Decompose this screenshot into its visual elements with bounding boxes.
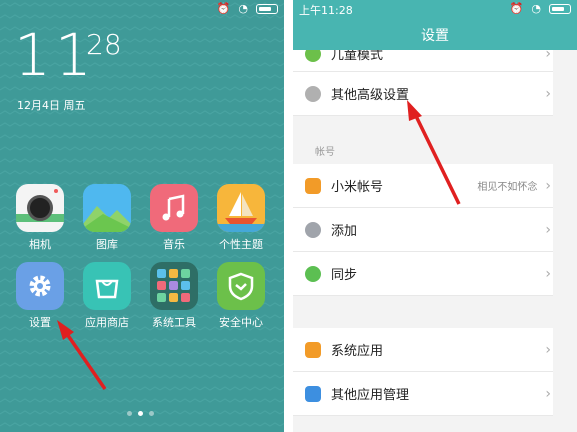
settings-row-sync[interactable]: 同步 › [293,252,553,296]
alarm-icon: ⏰ [216,2,231,15]
app-theme[interactable]: 个性主题 [211,184,271,252]
chevron-right-icon: › [545,221,551,238]
row-value: 相见不如怀念 [477,182,538,193]
settings-gear-icon [16,262,64,310]
add-icon [305,221,321,238]
row-label: 系统应用 [331,344,384,359]
chevron-right-icon: › [545,385,551,402]
status-icons: ⏰ ◔ [510,2,571,15]
app-label: 个性主题 [219,238,263,251]
app-system-tools[interactable]: 系统工具 [144,262,204,330]
app-store[interactable]: 应用商店 [77,262,137,330]
sync-icon [305,265,321,282]
settings-screen: 上午11:28 ⏰ ◔ 设置 儿童模式 › 上午11:28 ⏰ ◔ 设置 其他高… [293,0,577,432]
row-label: 其他应用管理 [331,388,410,403]
more-icon [305,85,321,102]
settings-row-other-apps[interactable]: 其他应用管理 › [293,372,553,416]
status-bar: ⏰ ◔ [217,2,278,15]
app-label: 设置 [29,316,51,329]
page-indicator[interactable] [127,411,154,416]
battery-icon [549,3,571,14]
app-security[interactable]: 安全中心 [211,262,271,330]
app-settings[interactable]: 设置 [10,262,70,330]
page-dot-active [138,411,143,416]
wifi-icon: ◔ [531,2,541,15]
settings-row-advanced[interactable]: 其他高级设置 › [293,72,553,116]
system-apps-icon [305,341,321,358]
settings-row-system-apps[interactable]: 系统应用 › [293,328,553,372]
section-header-account: 帐号 [315,147,335,158]
clock-minutes: 28 [86,28,122,61]
app-label: 安全中心 [219,316,263,329]
mi-account-icon [305,177,321,194]
security-shield-icon [217,262,265,310]
row-label: 其他高级设置 [331,88,410,103]
header-overlay: 上午11:28 ⏰ ◔ 设置 [293,0,577,50]
row-label: 同步 [331,268,358,283]
gallery-icon [83,184,131,232]
settings-row-mi-account[interactable]: 小米帐号 相见不如怀念 › [293,164,553,208]
chevron-right-icon: › [545,85,551,102]
app-label: 应用商店 [85,316,129,329]
app-label: 图库 [96,238,118,251]
chevron-right-icon: › [545,177,551,194]
app-label: 系统工具 [152,316,196,329]
date-label: 12月4日 周五 [17,99,86,112]
camera-icon [16,184,64,232]
clock-hours: 11 [14,21,96,89]
chevron-right-icon: › [545,341,551,358]
page-title: 设置 [421,28,449,44]
chevron-right-icon: › [545,265,551,282]
wifi-icon: ◔ [238,2,248,15]
app-label: 音乐 [163,238,185,251]
app-label: 相机 [29,238,51,251]
home-screen: ⏰ ◔ 11 28 12月4日 周五 相机 图库 音乐 个性主题 设置 应用商店… [0,0,284,432]
app-gallery[interactable]: 图库 [77,184,137,252]
page-dot [149,411,154,416]
clock-widget[interactable]: 11 28 [14,26,122,84]
panel-divider [284,0,293,432]
battery-icon [256,3,278,14]
music-icon [150,184,198,232]
settings-row-add[interactable]: 添加 › [293,208,553,252]
app-camera[interactable]: 相机 [10,184,70,252]
alarm-icon: ⏰ [509,2,524,15]
page-dot [127,411,132,416]
other-apps-icon [305,385,321,402]
app-store-icon [83,262,131,310]
status-time: 上午11:28 [299,4,353,17]
theme-icon [217,184,265,232]
row-label: 小米帐号 [331,180,384,195]
row-label: 添加 [331,224,358,239]
app-music[interactable]: 音乐 [144,184,204,252]
system-tools-icon [150,262,198,310]
